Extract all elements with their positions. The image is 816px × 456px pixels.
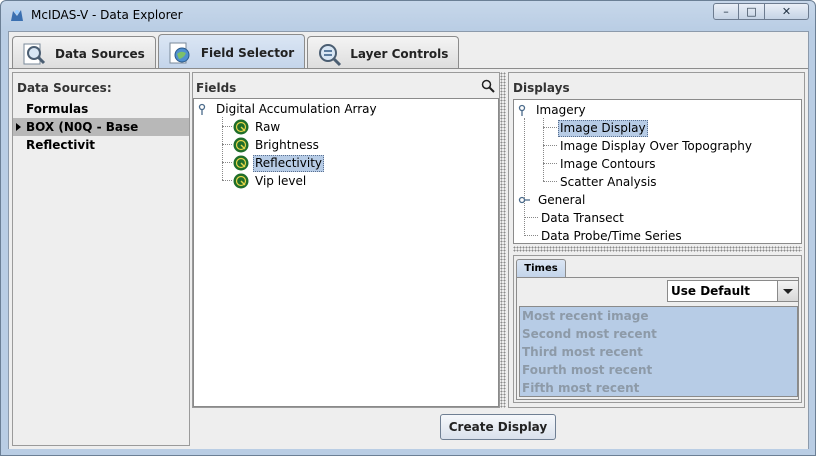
tree-group-label: General: [538, 193, 586, 207]
field-item[interactable]: Raw: [233, 118, 282, 136]
displays-tree[interactable]: Imagery Image Display Image Display Over…: [513, 99, 802, 244]
tab-label: Field Selector: [200, 45, 295, 60]
tab-label: Layer Controls: [350, 46, 449, 61]
display-label: Data Probe/Time Series: [541, 229, 682, 243]
display-item[interactable]: Image Contours: [558, 155, 658, 173]
chevron-down-icon[interactable]: [777, 281, 798, 301]
display-item[interactable]: Scatter Analysis: [558, 173, 659, 191]
times-panel: Use Default Most recent image Second mos…: [516, 277, 799, 400]
field-item-selected[interactable]: Reflectivity: [233, 154, 325, 172]
time-item[interactable]: Second most recent: [522, 325, 657, 343]
display-item[interactable]: Data Transect: [539, 209, 626, 227]
expand-arrow-icon[interactable]: [16, 123, 21, 131]
displays-panel: Displays Imagery Image Display Image Dis…: [508, 72, 805, 408]
mcidas-app-icon: [11, 10, 23, 21]
tree-connector: [543, 181, 557, 182]
data-source-label: Formulas: [26, 102, 89, 116]
display-label: Scatter Analysis: [560, 175, 657, 189]
data-source-item[interactable]: Formulas: [13, 100, 189, 118]
tree-connector: [524, 217, 538, 218]
data-sources-panel: Data Sources: Formulas BOX (N0Q - Base R…: [12, 72, 190, 446]
fields-heading: Fields: [196, 81, 237, 95]
tree-connector: [543, 127, 557, 128]
window-controls: – □ ✕: [713, 3, 809, 21]
display-label: Image Contours: [560, 157, 656, 171]
data-source-label: BOX (N0Q - Base Reflectivit: [26, 120, 139, 152]
tree-root-label: Digital Accumulation Array: [216, 102, 377, 116]
magnifier-doc-icon: [23, 43, 46, 64]
data-explorer-window: McIDAS-V - Data Explorer – □ ✕ Data Sour…: [0, 0, 816, 456]
times-mode-select[interactable]: Use Default: [667, 280, 799, 302]
tab-times[interactable]: Times: [516, 259, 566, 277]
times-area: Times Use Default Most recent image Seco…: [513, 255, 802, 403]
vertical-splitter[interactable]: [500, 72, 506, 408]
display-item-selected[interactable]: Image Display: [558, 119, 648, 137]
tab-data-sources[interactable]: Data Sources: [12, 36, 156, 70]
display-item[interactable]: Image Display Over Topography: [558, 137, 754, 155]
tree-connector: [222, 126, 232, 127]
tree-group-label: Imagery: [536, 103, 586, 117]
times-list[interactable]: Most recent image Second most recent Thi…: [519, 306, 798, 397]
radar-field-icon: [233, 137, 249, 153]
radar-field-icon: [233, 119, 249, 135]
tab-field-selector[interactable]: Field Selector: [157, 34, 306, 70]
data-source-item[interactable]: BOX (N0Q - Base Reflectivit: [13, 118, 189, 152]
time-item[interactable]: Most recent image: [522, 307, 648, 325]
tree-root[interactable]: Digital Accumulation Array: [198, 100, 379, 118]
field-label: Raw: [255, 120, 281, 134]
tree-connector: [222, 180, 232, 181]
data-sources-heading: Data Sources:: [17, 81, 112, 95]
search-icon[interactable]: [481, 79, 495, 93]
tab-bar: Data Sources Field Selector Layer Contro…: [12, 34, 461, 70]
field-item[interactable]: Brightness: [233, 136, 321, 154]
tab-label: Data Sources: [55, 46, 145, 61]
window-title: McIDAS-V - Data Explorer: [31, 8, 183, 22]
maximize-button[interactable]: □: [739, 3, 765, 20]
tree-connector: [222, 162, 232, 163]
close-button[interactable]: ✕: [765, 3, 809, 20]
tree-node-collapsed-icon: [518, 196, 530, 204]
time-item[interactable]: Fifth most recent: [522, 379, 639, 397]
tree-connector: [543, 145, 557, 146]
fields-tree[interactable]: Digital Accumulation Array Raw Brightnes…: [193, 98, 499, 407]
tree-connector: [222, 144, 232, 145]
time-item[interactable]: Fourth most recent: [522, 361, 652, 379]
tree-connector: [524, 118, 525, 236]
display-item[interactable]: Data Probe/Time Series: [539, 227, 684, 245]
create-display-button[interactable]: Create Display: [440, 414, 556, 440]
time-item[interactable]: Third most recent: [522, 343, 643, 361]
times-mode-value: Use Default: [671, 284, 751, 298]
tree-group-general[interactable]: General: [518, 191, 587, 209]
displays-heading: Displays: [513, 81, 570, 95]
globe-doc-icon: [169, 42, 190, 63]
field-label: Reflectivity: [253, 154, 325, 172]
magnifier-layers-icon: [319, 43, 342, 66]
field-label: Vip level: [255, 174, 307, 188]
field-selector-panel: Data Sources: Formulas BOX (N0Q - Base R…: [9, 68, 808, 449]
radar-field-icon: [233, 173, 249, 189]
tree-connector: [543, 163, 557, 164]
field-item[interactable]: Vip level: [233, 172, 308, 190]
tab-layer-controls[interactable]: Layer Controls: [307, 36, 460, 70]
radar-field-icon: [233, 155, 249, 171]
client-area: Data Sources Field Selector Layer Contro…: [8, 31, 809, 449]
field-label: Brightness: [255, 138, 319, 152]
horizontal-splitter[interactable]: [513, 246, 802, 252]
tree-group-imagery[interactable]: Imagery: [518, 101, 588, 119]
fields-panel: Fields Digital Accumulation Array Raw Br…: [192, 72, 500, 408]
tree-node-expanded-icon: [198, 103, 206, 115]
display-label: Image Display: [558, 119, 648, 137]
tree-node-expanded-icon: [518, 104, 526, 116]
display-label: Image Display Over Topography: [560, 139, 752, 153]
tree-connector: [524, 235, 538, 236]
display-label: Data Transect: [541, 211, 624, 225]
title-bar[interactable]: McIDAS-V - Data Explorer – □ ✕: [1, 1, 815, 29]
minimize-button[interactable]: –: [713, 3, 739, 20]
